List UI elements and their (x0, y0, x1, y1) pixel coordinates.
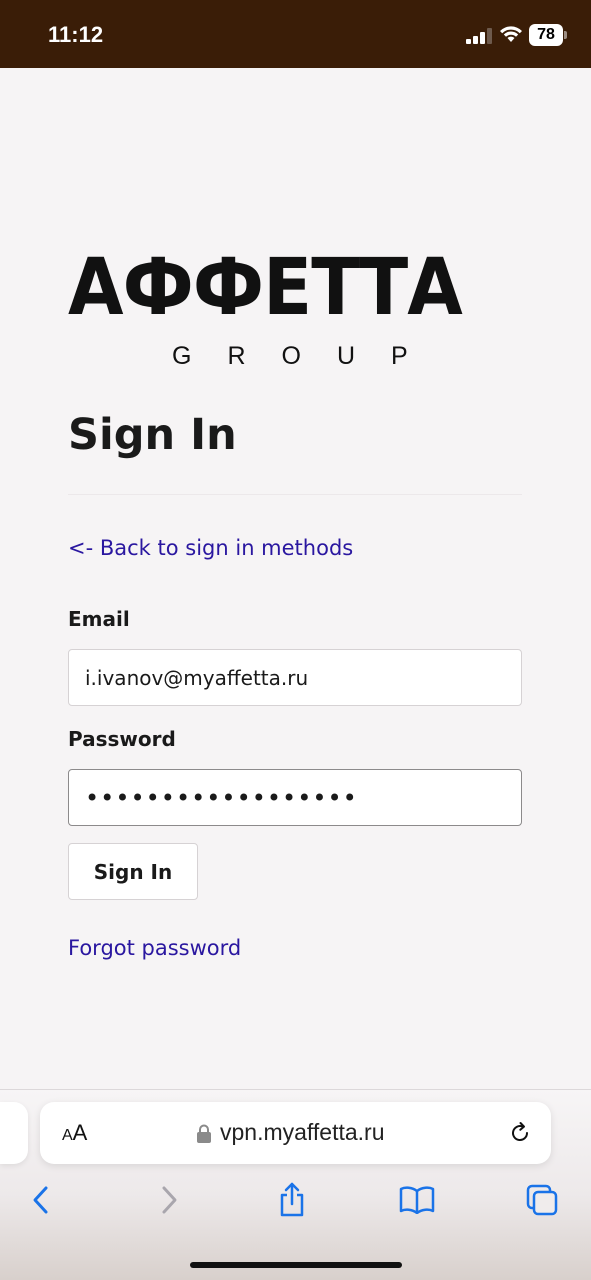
page-title: Sign In (68, 410, 237, 460)
reload-icon[interactable] (508, 1121, 532, 1145)
share-icon[interactable] (274, 1182, 310, 1218)
back-to-methods-link[interactable]: <- Back to sign in methods (68, 536, 353, 560)
logo-wordmark: АФФЕТТА (68, 243, 463, 333)
forgot-password-link[interactable]: Forgot password (68, 936, 241, 960)
forward-icon[interactable] (151, 1182, 187, 1218)
tabs-icon[interactable] (524, 1182, 560, 1218)
home-indicator (190, 1262, 402, 1268)
wifi-icon (500, 26, 522, 42)
password-field[interactable]: •••••••••••••••••• (68, 769, 522, 826)
url-text: vpn.myaffetta.ru (220, 1119, 385, 1145)
sign-in-button[interactable]: Sign In (68, 843, 198, 900)
back-icon[interactable] (23, 1182, 59, 1218)
status-bar: 11:12 78 (0, 0, 591, 68)
status-time: 11:12 (48, 22, 104, 47)
email-field[interactable]: i.ivanov@myaffetta.ru (68, 649, 522, 706)
battery-icon: 78 (529, 24, 567, 46)
logo-subtitle: GROUP (172, 342, 444, 370)
battery-level: 78 (537, 26, 555, 43)
signal-icon (466, 28, 492, 44)
password-label: Password (68, 727, 176, 751)
divider (68, 494, 522, 495)
password-value: •••••••••••••••••• (85, 783, 358, 812)
email-label: Email (68, 607, 130, 631)
address-bar[interactable]: AA vpn.myaffetta.ru (40, 1102, 551, 1164)
previous-tab-card[interactable] (0, 1102, 28, 1164)
bookmarks-icon[interactable] (399, 1182, 435, 1218)
reader-settings-button[interactable]: AA (62, 1120, 87, 1146)
company-logo: АФФЕТТА GROUP (68, 243, 523, 370)
lock-icon (197, 1124, 211, 1143)
email-value: i.ivanov@myaffetta.ru (85, 665, 309, 690)
